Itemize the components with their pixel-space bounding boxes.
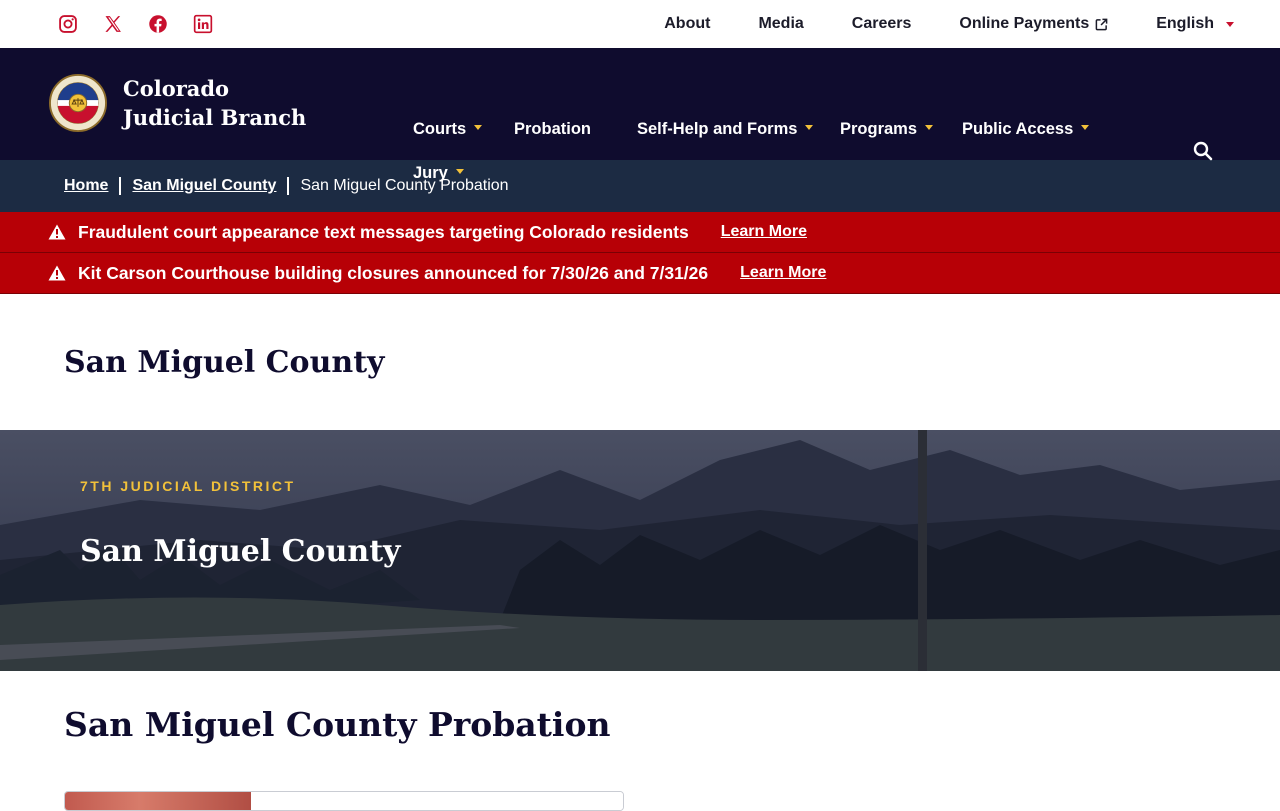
linkedin-icon[interactable] xyxy=(191,13,214,36)
nav-probation[interactable]: Probation xyxy=(514,120,591,139)
online-payments-link[interactable]: Online Payments xyxy=(959,15,1108,33)
alert-banner: Kit Carson Courthouse building closures … xyxy=(0,253,1280,294)
chevron-down-icon xyxy=(455,169,464,174)
warning-icon xyxy=(48,265,66,281)
chevron-down-icon xyxy=(805,125,814,130)
social-links xyxy=(56,13,214,36)
x-icon[interactable] xyxy=(101,13,124,36)
nav-courts[interactable]: Courts xyxy=(413,120,483,139)
online-payments-label: Online Payments xyxy=(959,15,1090,32)
careers-link[interactable]: Careers xyxy=(852,15,912,33)
nav-programs[interactable]: Programs xyxy=(840,120,934,139)
chevron-down-icon xyxy=(1226,21,1234,27)
nav-public-access[interactable]: Public Access xyxy=(962,120,1090,139)
nav-courts-label: Courts xyxy=(413,120,467,138)
nav-programs-label: Programs xyxy=(840,120,918,138)
nav-jury[interactable]: Jury xyxy=(413,164,464,183)
nav-self-help-and-forms[interactable]: Self-Help and Forms xyxy=(637,120,814,139)
hero-eyebrow: 7TH JUDICIAL DISTRICT xyxy=(80,478,296,494)
about-link[interactable]: About xyxy=(664,15,710,33)
breadcrumb-separator xyxy=(119,177,122,195)
alert-message: Fraudulent court appearance text message… xyxy=(78,221,689,242)
section-title: San Miguel County Probation xyxy=(64,705,611,744)
card-image xyxy=(65,792,251,810)
instagram-icon[interactable] xyxy=(56,13,79,36)
chevron-down-icon xyxy=(474,125,483,130)
chevron-down-icon xyxy=(1081,125,1090,130)
alert-learn-more-link[interactable]: Learn More xyxy=(721,223,807,241)
alert-banner: Fraudulent court appearance text message… xyxy=(0,212,1280,253)
contact-card xyxy=(64,791,624,811)
hero-banner: 7TH JUDICIAL DISTRICT San Miguel County xyxy=(0,430,1280,671)
alert-message: Kit Carson Courthouse building closures … xyxy=(78,262,709,283)
colorado-courts-seal-logo xyxy=(49,74,107,132)
breadcrumb: Home San Miguel County San Miguel County… xyxy=(0,160,1280,212)
card-body xyxy=(251,792,623,810)
hero-title: San Miguel County xyxy=(80,534,401,569)
breadcrumb-current: San Miguel County Probation xyxy=(300,177,509,194)
page-title: San Miguel County xyxy=(64,344,385,380)
nav-jury-label: Jury xyxy=(413,164,448,182)
main-navigation: Colorado Judicial Branch Courts Probatio… xyxy=(0,48,1280,182)
utility-nav: About Media Careers Online Payments Engl… xyxy=(664,15,1234,33)
breadcrumb-county[interactable]: San Miguel County xyxy=(132,177,276,195)
utility-bar: About Media Careers Online Payments Engl… xyxy=(0,0,1280,48)
nav-probation-label: Probation xyxy=(514,120,591,138)
facebook-icon[interactable] xyxy=(146,13,169,36)
brand-home-link[interactable]: Colorado Judicial Branch xyxy=(49,74,323,132)
breadcrumb-home[interactable]: Home xyxy=(64,177,108,195)
external-link-icon xyxy=(1095,18,1108,30)
brand-name: Colorado Judicial Branch xyxy=(123,76,307,130)
alert-learn-more-link[interactable]: Learn More xyxy=(740,264,826,282)
breadcrumb-separator xyxy=(287,177,290,195)
language-label: English xyxy=(1156,15,1214,32)
chevron-down-icon xyxy=(925,125,934,130)
warning-icon xyxy=(48,224,66,240)
language-select[interactable]: English xyxy=(1156,15,1234,33)
search-icon[interactable] xyxy=(1193,141,1213,161)
media-link[interactable]: Media xyxy=(758,15,803,33)
nav-public-access-label: Public Access xyxy=(962,120,1074,138)
nav-self-help-label: Self-Help and Forms xyxy=(637,120,798,138)
